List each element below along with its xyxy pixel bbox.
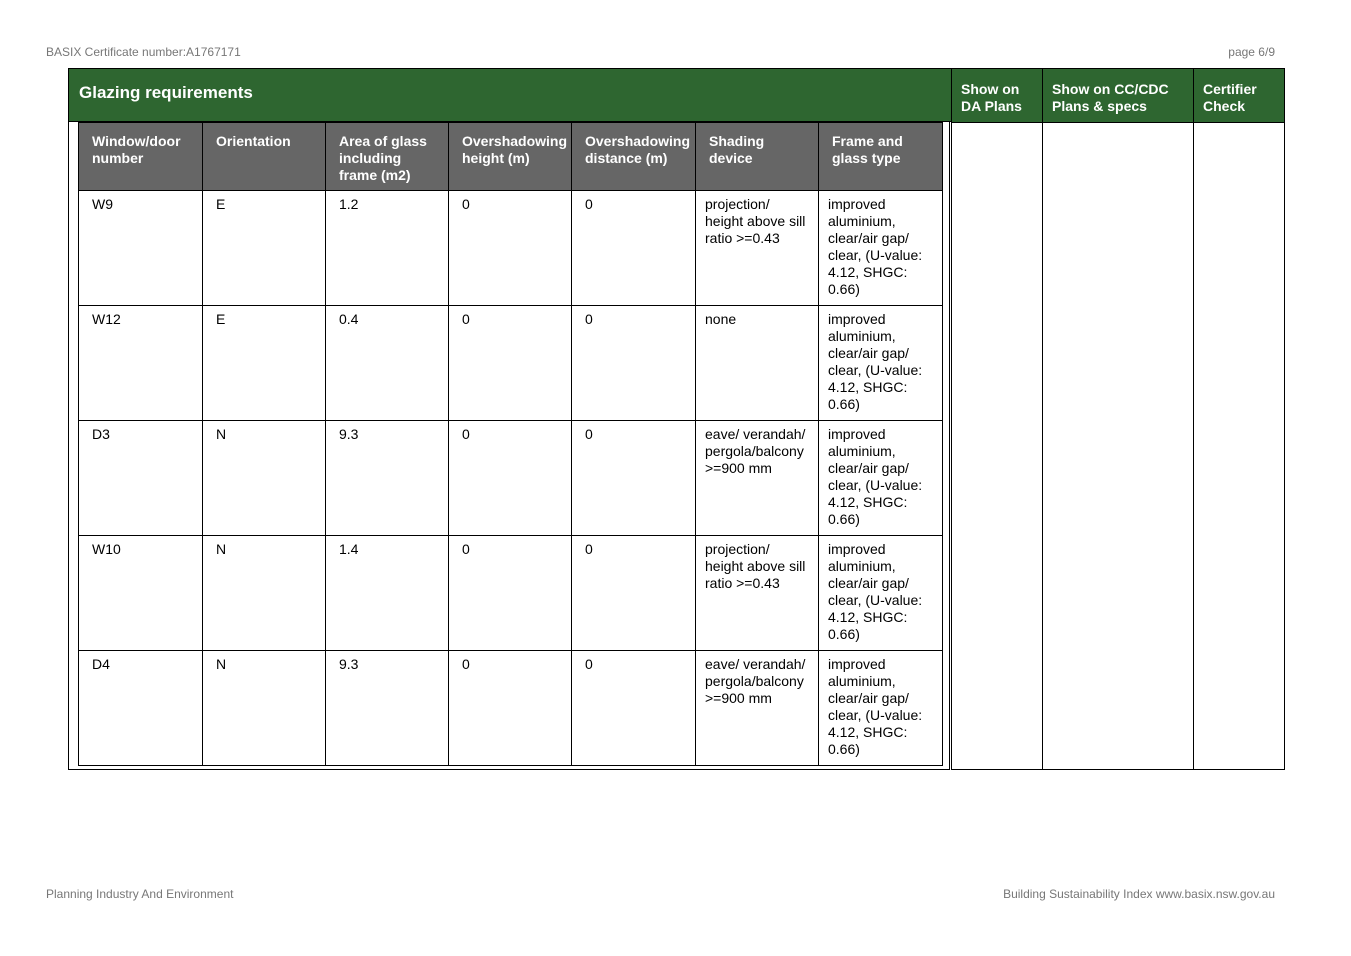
- cell-window-number: D4: [78, 650, 203, 766]
- cell-area: 1.4: [325, 535, 449, 651]
- cell-area: 9.3: [325, 420, 449, 536]
- cell-overshadowing-distance: 0: [571, 305, 696, 421]
- cell-orientation: E: [202, 190, 326, 306]
- cell-orientation: N: [202, 650, 326, 766]
- cell-area: 0.4: [325, 305, 449, 421]
- cell-overshadowing-distance: 0: [571, 650, 696, 766]
- cell-orientation: E: [202, 305, 326, 421]
- cell-overshadowing-height: 0: [448, 305, 572, 421]
- col-header-window-door-number: Window/door number: [78, 122, 203, 191]
- cell-window-number: W10: [78, 535, 203, 651]
- col-header-area-of-glass: Area of glass including frame (m2): [325, 122, 449, 191]
- cell-area: 1.2: [325, 190, 449, 306]
- cell-shading-device: eave/ verandah/ pergola/balcony >=900 mm: [695, 420, 819, 536]
- table-row: D3 N 9.3 0 0 eave/ verandah/ pergola/bal…: [78, 420, 943, 536]
- table-row: W9 E 1.2 0 0 projection/ height above si…: [78, 190, 943, 306]
- certifier-check-header: Certifier Check: [1194, 69, 1284, 123]
- certificate-number: BASIX Certificate number:A1767171: [46, 45, 241, 59]
- show-on-cc-cdc-column: Show on CC/CDC Plans & specs: [1043, 68, 1194, 770]
- certifier-check-column: Certifier Check: [1194, 68, 1285, 770]
- cell-shading-device: none: [695, 305, 819, 421]
- cell-overshadowing-height: 0: [448, 535, 572, 651]
- col-header-orientation: Orientation: [202, 122, 326, 191]
- cell-overshadowing-distance: 0: [571, 535, 696, 651]
- cell-frame-glass-type: improved aluminium, clear/air gap/ clear…: [818, 535, 943, 651]
- cell-shading-device: projection/ height above sill ratio >=0.…: [695, 190, 819, 306]
- cell-orientation: N: [202, 420, 326, 536]
- col-header-overshadowing-distance: Overshadowing distance (m): [571, 122, 696, 191]
- cell-shading-device: projection/ height above sill ratio >=0.…: [695, 535, 819, 651]
- cell-overshadowing-height: 0: [448, 190, 572, 306]
- show-on-da-plans-header: Show on DA Plans: [952, 69, 1042, 123]
- cell-orientation: N: [202, 535, 326, 651]
- table-row: W12 E 0.4 0 0 none improved aluminium, c…: [78, 305, 943, 421]
- cell-frame-glass-type: improved aluminium, clear/air gap/ clear…: [818, 190, 943, 306]
- section-title: Glazing requirements: [79, 83, 253, 102]
- cell-window-number: W9: [78, 190, 203, 306]
- cell-overshadowing-distance: 0: [571, 190, 696, 306]
- cell-frame-glass-type: improved aluminium, clear/air gap/ clear…: [818, 650, 943, 766]
- footer-department: Planning Industry And Environment: [46, 887, 234, 901]
- cell-frame-glass-type: improved aluminium, clear/air gap/ clear…: [818, 305, 943, 421]
- cell-overshadowing-height: 0: [448, 420, 572, 536]
- glazing-table: Window/door number Orientation Area of g…: [78, 122, 943, 766]
- cell-window-number: W12: [78, 305, 203, 421]
- show-on-cc-cdc-header: Show on CC/CDC Plans & specs: [1043, 69, 1193, 123]
- table-header-row: Window/door number Orientation Area of g…: [78, 122, 943, 191]
- table-row: W10 N 1.4 0 0 projection/ height above s…: [78, 535, 943, 651]
- col-header-overshadowing-height: Overshadowing height (m): [448, 122, 572, 191]
- page-number: page 6/9: [1228, 45, 1275, 59]
- col-header-shading-device: Shading device: [695, 122, 819, 191]
- cell-frame-glass-type: improved aluminium, clear/air gap/ clear…: [818, 420, 943, 536]
- cell-overshadowing-distance: 0: [571, 420, 696, 536]
- section-title-bar: Glazing requirements: [68, 68, 952, 122]
- footer-basix-link: Building Sustainability Index www.basix.…: [1003, 887, 1275, 901]
- table-row: D4 N 9.3 0 0 eave/ verandah/ pergola/bal…: [78, 650, 943, 766]
- show-on-da-plans-column: Show on DA Plans: [951, 68, 1043, 770]
- col-header-frame-glass-type: Frame and glass type: [818, 122, 943, 191]
- cell-window-number: D3: [78, 420, 203, 536]
- cell-shading-device: eave/ verandah/ pergola/balcony >=900 mm: [695, 650, 819, 766]
- cell-area: 9.3: [325, 650, 449, 766]
- cell-overshadowing-height: 0: [448, 650, 572, 766]
